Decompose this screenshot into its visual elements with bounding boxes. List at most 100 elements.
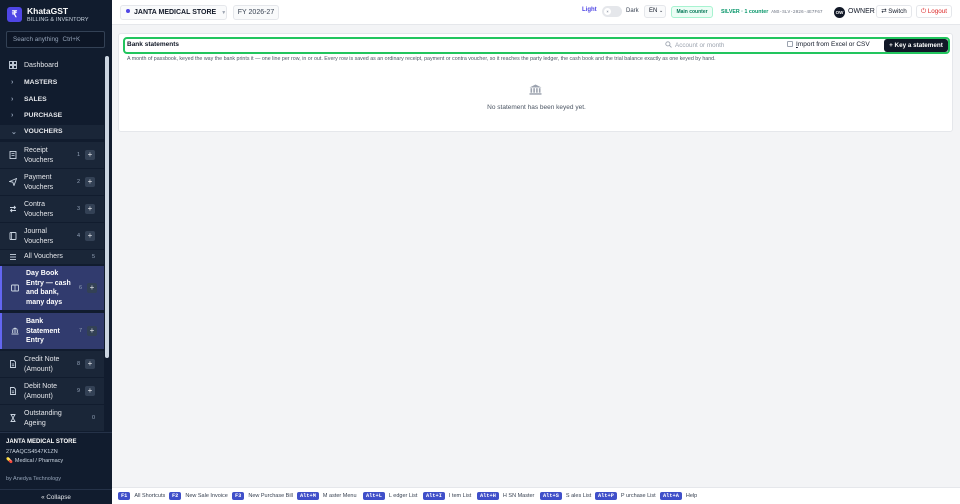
sidebar: ₹ KhataGST BILLING & INVENTORY Search an…: [0, 0, 112, 504]
shortcut-number: 7: [79, 328, 83, 334]
shortcut-label: Help: [685, 493, 698, 499]
sidebar-item-label: Contra Vouchers: [24, 201, 54, 218]
bank-statements-card: Bank statements Account or month Import …: [118, 33, 953, 132]
account-search-placeholder: Account or month: [675, 42, 725, 49]
send-icon: [9, 178, 17, 186]
sidebar-scrollbar[interactable]: [105, 56, 109, 358]
logout-button[interactable]: ⏻ Logout: [916, 5, 952, 18]
sun-icon: ☀: [604, 8, 611, 15]
sidebar-item-label: Payment Vouchers: [24, 174, 54, 191]
add-icon[interactable]: +: [85, 386, 95, 396]
shortcut-number: 6: [79, 285, 83, 291]
add-icon[interactable]: +: [85, 231, 95, 241]
account-search-input[interactable]: Account or month: [665, 41, 724, 49]
import-label: mport from Excel or CSV: [797, 41, 870, 48]
import-button[interactable]: Import from Excel or CSV: [787, 41, 870, 48]
sidebar-item-dashboard[interactable]: Dashboard: [0, 58, 104, 72]
key-statement-button[interactable]: + Key a statement: [884, 39, 948, 52]
caret-down-icon: ▼: [221, 10, 227, 16]
sidebar-item-voucher[interactable]: Journal Vouchers 4 +: [0, 223, 104, 249]
language-value: EN: [649, 8, 658, 14]
shortcut-label: New Sale Invoice: [185, 493, 228, 499]
shortcut-item[interactable]: Alt+A Help: [660, 492, 697, 500]
shortcut-bar: F1 All Shortcuts F2 New Sale Invoice F3 New P…: [112, 487, 960, 504]
shortcut-label: I tem List: [448, 493, 472, 499]
file-icon: [787, 41, 793, 47]
switch-button[interactable]: ⇄ Switch: [876, 5, 912, 18]
add-icon[interactable]: +: [85, 150, 95, 160]
shortcut-number: 3: [77, 206, 81, 212]
sidebar-item-voucher[interactable]: Bank Statement Entry 7 +: [0, 313, 104, 349]
sidebar-item-voucher[interactable]: Payment Vouchers 2 +: [0, 169, 104, 195]
daybook-icon: [11, 284, 19, 292]
plan-label: SILVER · 1 counter: [721, 9, 769, 15]
shortcut-item[interactable]: Alt+S S ales List: [540, 492, 591, 500]
chevron-right-icon: ›: [11, 96, 14, 103]
role-label: OWNER: [848, 8, 875, 15]
brand[interactable]: ₹ KhataGST BILLING & INVENTORY: [0, 0, 112, 30]
dashboard-icon: [9, 61, 17, 69]
bank-icon: [529, 84, 542, 95]
shortcut-key: Alt+L: [363, 492, 385, 500]
shortcut-key: F2: [169, 492, 182, 500]
store-dot-icon: [126, 9, 130, 13]
sidebar-item-label: Journal Vouchers: [24, 228, 54, 245]
add-icon[interactable]: +: [87, 326, 97, 336]
shortcut-label: P urchase List: [620, 493, 656, 499]
shortcut-item[interactable]: Alt+H H SN Master: [477, 492, 534, 500]
app-root: ₹ KhataGST BILLING & INVENTORY Search an…: [0, 0, 960, 504]
sidebar-item-voucher[interactable]: Receipt Vouchers 1 +: [0, 142, 104, 168]
section-sales[interactable]: › SALES: [0, 93, 104, 107]
shortcut-item[interactable]: Alt+I I tem List: [423, 492, 471, 500]
book-icon: [9, 232, 17, 240]
add-icon[interactable]: +: [85, 177, 95, 187]
shortcut-item[interactable]: F1 All Shortcuts: [118, 492, 165, 500]
shortcut-key: Alt+H: [477, 492, 499, 500]
add-icon[interactable]: +: [85, 204, 95, 214]
sidebar-item-voucher[interactable]: All Vouchers 5: [0, 250, 104, 264]
shortcut-label: L edger List: [388, 493, 418, 499]
receipt-icon: [9, 151, 17, 159]
shortcut-item[interactable]: F2 New Sale Invoice: [169, 492, 228, 500]
sidebar-item-label: All Vouchers: [24, 253, 63, 260]
section-vouchers[interactable]: ⌄ VOUCHERS: [0, 125, 104, 139]
chevron-down-icon: ⌄: [11, 129, 17, 136]
hourglass-icon: [9, 414, 17, 422]
shortcut-item[interactable]: Alt+P P urchase List: [595, 492, 656, 500]
shortcut-item[interactable]: F3 New Purchase Bill: [232, 492, 293, 500]
fy-selector[interactable]: FY 2026-27: [233, 5, 279, 20]
section-purchase[interactable]: › PURCHASE: [0, 109, 104, 123]
shortcut-key: Alt+M: [297, 492, 319, 500]
shortcut-number: 2: [77, 179, 81, 185]
collapse-button[interactable]: « Collapse: [0, 489, 112, 504]
avatar[interactable]: OW: [834, 7, 845, 18]
theme-toggle[interactable]: ☀: [602, 6, 622, 17]
shortcut-label: M aster Menu: [322, 493, 357, 499]
add-icon[interactable]: +: [87, 283, 97, 293]
shortcut-number: 1: [77, 152, 81, 158]
shortcut-number: 5: [92, 254, 96, 260]
chevron-down-icon: ⌄: [659, 8, 664, 14]
sidebar-item-voucher[interactable]: Debit Note (Amount) 9 +: [0, 378, 104, 404]
swap-icon: [9, 205, 17, 213]
chevron-right-icon: ›: [11, 112, 14, 119]
shortcut-item[interactable]: Alt+M M aster Menu: [297, 492, 357, 500]
sidebar-item-label: Outstanding Ageing: [24, 410, 62, 427]
search-icon: [665, 41, 672, 48]
store-selector[interactable]: JANTA MEDICAL STORE ▼: [120, 5, 227, 20]
sidebar-item-voucher[interactable]: Contra Vouchers 3 +: [0, 196, 104, 222]
sidebar-item-label: Debit Note (Amount): [24, 383, 58, 400]
shortcut-label: S ales List: [565, 493, 592, 499]
shortcut-item[interactable]: Alt+L L edger List: [363, 492, 417, 500]
card-header: Bank statements Account or month Import …: [123, 37, 950, 54]
section-masters[interactable]: › MASTERS: [0, 76, 104, 90]
search-input[interactable]: Search anything Ctrl+K: [6, 31, 105, 48]
store-selector-label: JANTA MEDICAL STORE: [134, 9, 217, 16]
sidebar-item-voucher[interactable]: Credit Note (Amount) 8 +: [0, 351, 104, 377]
sidebar-item-voucher[interactable]: Outstanding Ageing 0: [0, 405, 104, 431]
chevron-right-icon: ›: [11, 79, 14, 86]
shortcut-key: Alt+A: [660, 492, 682, 500]
language-select[interactable]: EN ⌄: [644, 5, 666, 18]
add-icon[interactable]: +: [85, 359, 95, 369]
sidebar-item-voucher[interactable]: Day Book Entry — cash and bank, many days 6 +: [0, 266, 104, 310]
